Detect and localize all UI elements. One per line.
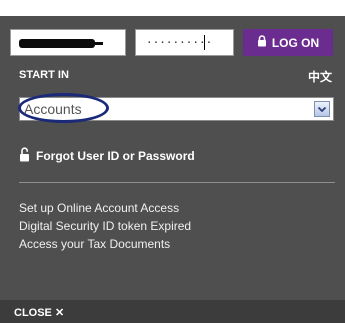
divider xyxy=(19,182,335,183)
log-on-label: LOG ON xyxy=(271,35,320,50)
lock-icon xyxy=(257,35,267,50)
password-mask: ·········· xyxy=(146,36,213,49)
security-token-expired-link[interactable]: Digital Security ID token Expired xyxy=(19,219,191,233)
unlock-icon xyxy=(19,147,30,165)
user-id-input[interactable] xyxy=(10,29,126,56)
dropdown-arrow-button[interactable] xyxy=(314,101,330,117)
top-white-strip xyxy=(0,0,345,16)
setup-online-access-link[interactable]: Set up Online Account Access xyxy=(19,201,179,215)
tax-documents-link[interactable]: Access your Tax Documents xyxy=(19,237,170,251)
login-panel: ·········· LOG ON START IN 中文 Accounts F… xyxy=(0,0,345,323)
chinese-language-link[interactable]: 中文 xyxy=(308,68,332,85)
log-on-button[interactable]: LOG ON xyxy=(243,29,333,56)
close-button[interactable]: CLOSE ✕ xyxy=(14,306,64,319)
annotation-oval xyxy=(18,93,109,123)
forgot-label: Forgot User ID or Password xyxy=(36,149,195,163)
forgot-credentials-link[interactable]: Forgot User ID or Password xyxy=(19,147,195,165)
start-in-select[interactable]: Accounts xyxy=(18,93,334,123)
chevron-down-icon xyxy=(317,106,327,113)
password-input[interactable]: ·········· xyxy=(135,29,234,56)
redacted-user-id-tail xyxy=(81,42,103,45)
start-in-label: START IN xyxy=(19,69,69,81)
text-caret xyxy=(204,35,205,50)
